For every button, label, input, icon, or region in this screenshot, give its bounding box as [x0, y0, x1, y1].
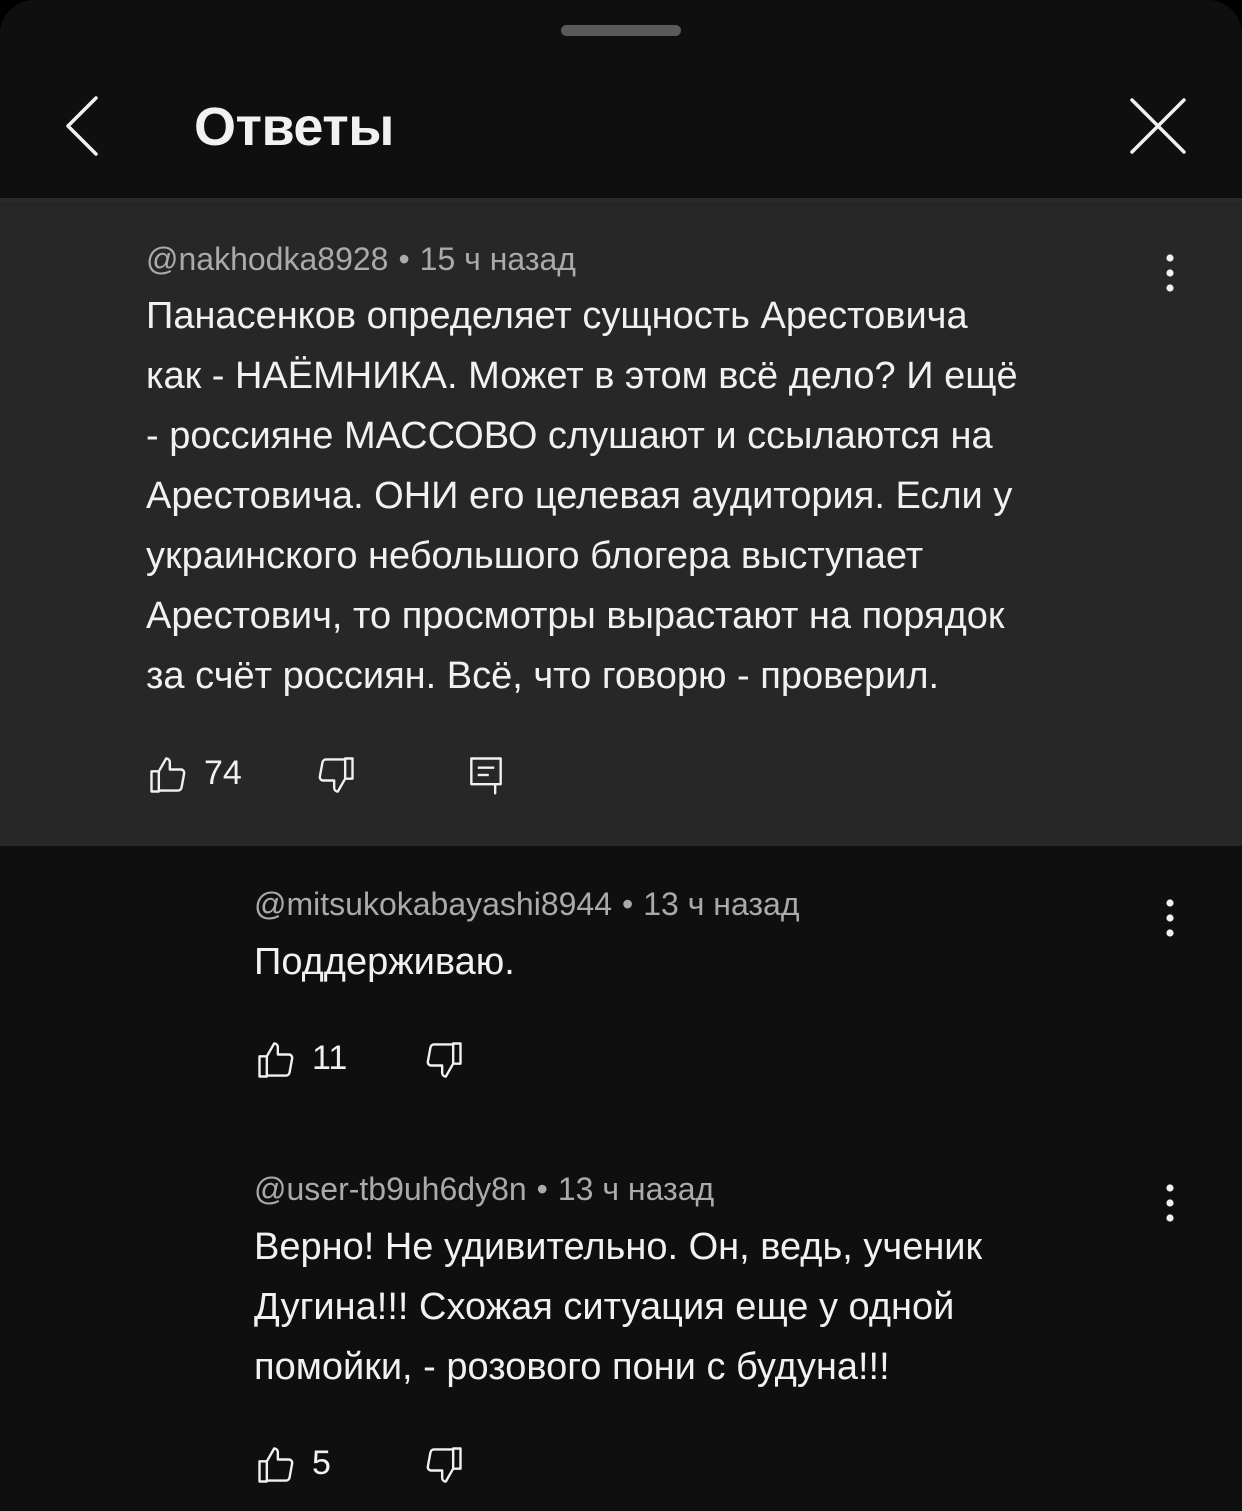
- reply-time: 13 ч назад: [643, 886, 800, 922]
- meta-separator: •: [536, 1171, 548, 1207]
- drag-handle[interactable]: [561, 25, 681, 36]
- comment-text: Панасенков определяет сущность Арестович…: [146, 286, 1156, 706]
- like-count: 5: [312, 1444, 331, 1482]
- chevron-left-icon: [66, 96, 98, 156]
- dislike-button[interactable]: [422, 1443, 466, 1487]
- thumbs-up-icon: [258, 1447, 294, 1483]
- comment-time: 15 ч назад: [419, 241, 576, 277]
- reply-line: Поддерживаю.: [254, 941, 515, 983]
- header: Ответы: [0, 60, 1242, 201]
- main-comment: @nakhodka8928 • 15 ч назад Панасенков опре…: [0, 201, 1242, 846]
- reply-item: @user-tb9uh6dy8n • 13 ч назад Верно! Не уд…: [0, 1131, 1242, 1511]
- comment-author[interactable]: @nakhodka8928: [146, 241, 388, 277]
- like-count: 11: [312, 1039, 348, 1077]
- reply-item: @mitsukokabayashi8944 • 13 ч назад Поддерж…: [0, 846, 1242, 1131]
- meta-separator: •: [622, 886, 634, 922]
- like-button[interactable]: [254, 1443, 298, 1487]
- dislike-button[interactable]: [422, 1038, 466, 1082]
- reply-line: Дугина!!! Схожая ситуация еще у одной: [254, 1286, 955, 1328]
- comment-line: за счёт россиян. Всё, что говорю - прове…: [146, 655, 940, 697]
- reply-comment-icon: [470, 757, 502, 795]
- reply-author[interactable]: @mitsukokabayashi8944: [254, 886, 612, 922]
- thumbs-up-icon: [258, 1042, 294, 1078]
- dislike-button[interactable]: [314, 753, 358, 797]
- like-button[interactable]: [254, 1038, 298, 1082]
- reply-text: Поддерживаю.: [254, 932, 1154, 992]
- more-vert-icon: [1166, 1184, 1174, 1222]
- comment-line: Арестовича. ОНИ его целевая аудитория. Е…: [146, 475, 1013, 517]
- more-vert-icon: [1166, 899, 1174, 937]
- reply-meta: @user-tb9uh6dy8n • 13 ч назад: [254, 1169, 714, 1209]
- more-options-button[interactable]: [1155, 893, 1185, 943]
- thumbs-down-icon: [318, 757, 354, 793]
- replies-sheet: Ответы @nakhodka8928 • 15 ч назад Панасенк…: [0, 0, 1242, 1511]
- back-button[interactable]: [52, 88, 122, 168]
- page-title: Ответы: [194, 97, 394, 157]
- thumbs-down-icon: [426, 1042, 462, 1078]
- more-options-button[interactable]: [1155, 248, 1185, 298]
- comment-line: Панасенков определяет сущность Арестович…: [146, 295, 968, 337]
- comment-line: как - НАЁМНИКА. Может в этом всё дело? И…: [146, 355, 1018, 397]
- more-vert-icon: [1166, 254, 1174, 292]
- reply-text: Верно! Не удивительно. Он, ведь, ученик …: [254, 1217, 1154, 1397]
- meta-separator: •: [398, 241, 410, 277]
- thumbs-up-icon: [150, 757, 186, 793]
- comment-actions: 74: [146, 753, 526, 803]
- reply-time: 13 ч назад: [557, 1171, 715, 1207]
- reply-meta: @mitsukokabayashi8944 • 13 ч назад: [254, 884, 800, 924]
- comment-meta: @nakhodka8928 • 15 ч назад: [146, 239, 576, 279]
- reply-author[interactable]: @user-tb9uh6dy8n: [254, 1171, 527, 1207]
- reply-actions: 11: [254, 1038, 514, 1088]
- reply-line: помойки, - розового пони с будуна!!!: [254, 1346, 890, 1388]
- like-count: 74: [204, 754, 242, 792]
- comment-line: - россияне МАССОВО слушают и ссылаются н…: [146, 415, 993, 457]
- reply-button[interactable]: [464, 753, 508, 797]
- comment-line: Арестович, то просмотры вырастают на пор…: [146, 595, 1005, 637]
- thumbs-down-icon: [426, 1447, 462, 1483]
- reply-line: Верно! Не удивительно. Он, ведь, ученик: [254, 1226, 983, 1268]
- like-button[interactable]: [146, 753, 190, 797]
- more-options-button[interactable]: [1155, 1178, 1185, 1228]
- comment-line: украинского небольшого блогера выступает: [146, 535, 924, 577]
- close-button[interactable]: [1122, 90, 1196, 164]
- close-icon: [1130, 98, 1186, 154]
- reply-actions: 5: [254, 1443, 514, 1493]
